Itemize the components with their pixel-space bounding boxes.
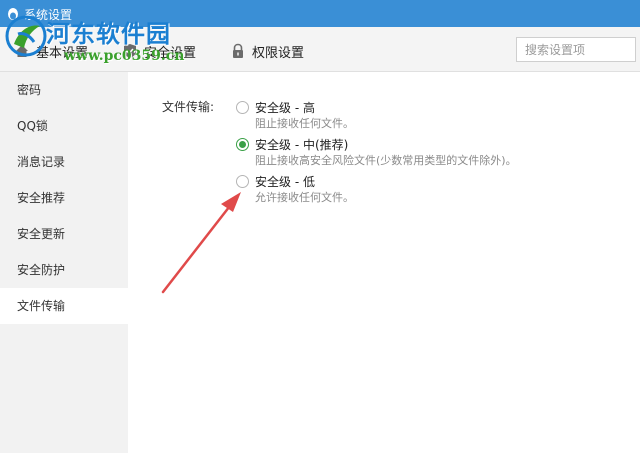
app-logo-icon (8, 8, 18, 20)
shield-icon (124, 44, 136, 58)
tab-basic-label: 基本设置 (36, 45, 89, 61)
file-transfer-panel: 文件传输: 安全级 - 高 阻止接收任何文件。 安全级 - 中(推荐) 阻止接收… (128, 72, 640, 453)
lock-icon (233, 43, 243, 58)
radio-low[interactable] (236, 175, 249, 188)
sidebar-item-security-protection[interactable]: 安全防护 (0, 252, 128, 288)
search-input[interactable] (516, 37, 636, 62)
option-title-low: 安全级 - 低 (255, 175, 315, 189)
tab-permission-settings[interactable]: 权限设置 (230, 41, 304, 61)
sidebar-item-file-transfer[interactable]: 文件传输 (0, 288, 128, 324)
option-desc-high: 阻止接收任何文件。 (255, 117, 354, 130)
tab-basic-settings[interactable]: 基本设置 (14, 41, 88, 61)
home-icon (16, 45, 28, 57)
option-desc-medium: 阻止接收高安全风险文件(少数常用类型的文件除外)。 (255, 154, 517, 167)
radio-medium[interactable] (236, 138, 249, 151)
tab-permission-label: 权限设置 (252, 45, 305, 61)
radio-high[interactable] (236, 101, 249, 114)
sidebar-item-qq-lock[interactable]: QQ锁 (0, 108, 128, 144)
sidebar-item-password[interactable]: 密码 (0, 72, 128, 108)
option-title-medium: 安全级 - 中(推荐) (255, 138, 349, 152)
sidebar-item-security-recommend[interactable]: 安全推荐 (0, 180, 128, 216)
window-title: 系统设置 (24, 8, 73, 22)
tab-security-settings[interactable]: 安全设置 (122, 41, 196, 61)
settings-sidebar: 密码 QQ锁 消息记录 安全推荐 安全更新 安全防护 文件传输 (0, 72, 128, 453)
option-desc-low: 允许接收任何文件。 (255, 191, 354, 204)
option-title-high: 安全级 - 高 (255, 101, 315, 115)
top-tab-bar: 基本设置 安全设置 权限设置 (0, 27, 640, 72)
sidebar-item-message-history[interactable]: 消息记录 (0, 144, 128, 180)
tab-security-label: 安全设置 (144, 45, 197, 61)
sidebar-item-security-update[interactable]: 安全更新 (0, 216, 128, 252)
file-transfer-label: 文件传输: (162, 100, 215, 114)
title-bar: 系统设置 (0, 0, 640, 27)
